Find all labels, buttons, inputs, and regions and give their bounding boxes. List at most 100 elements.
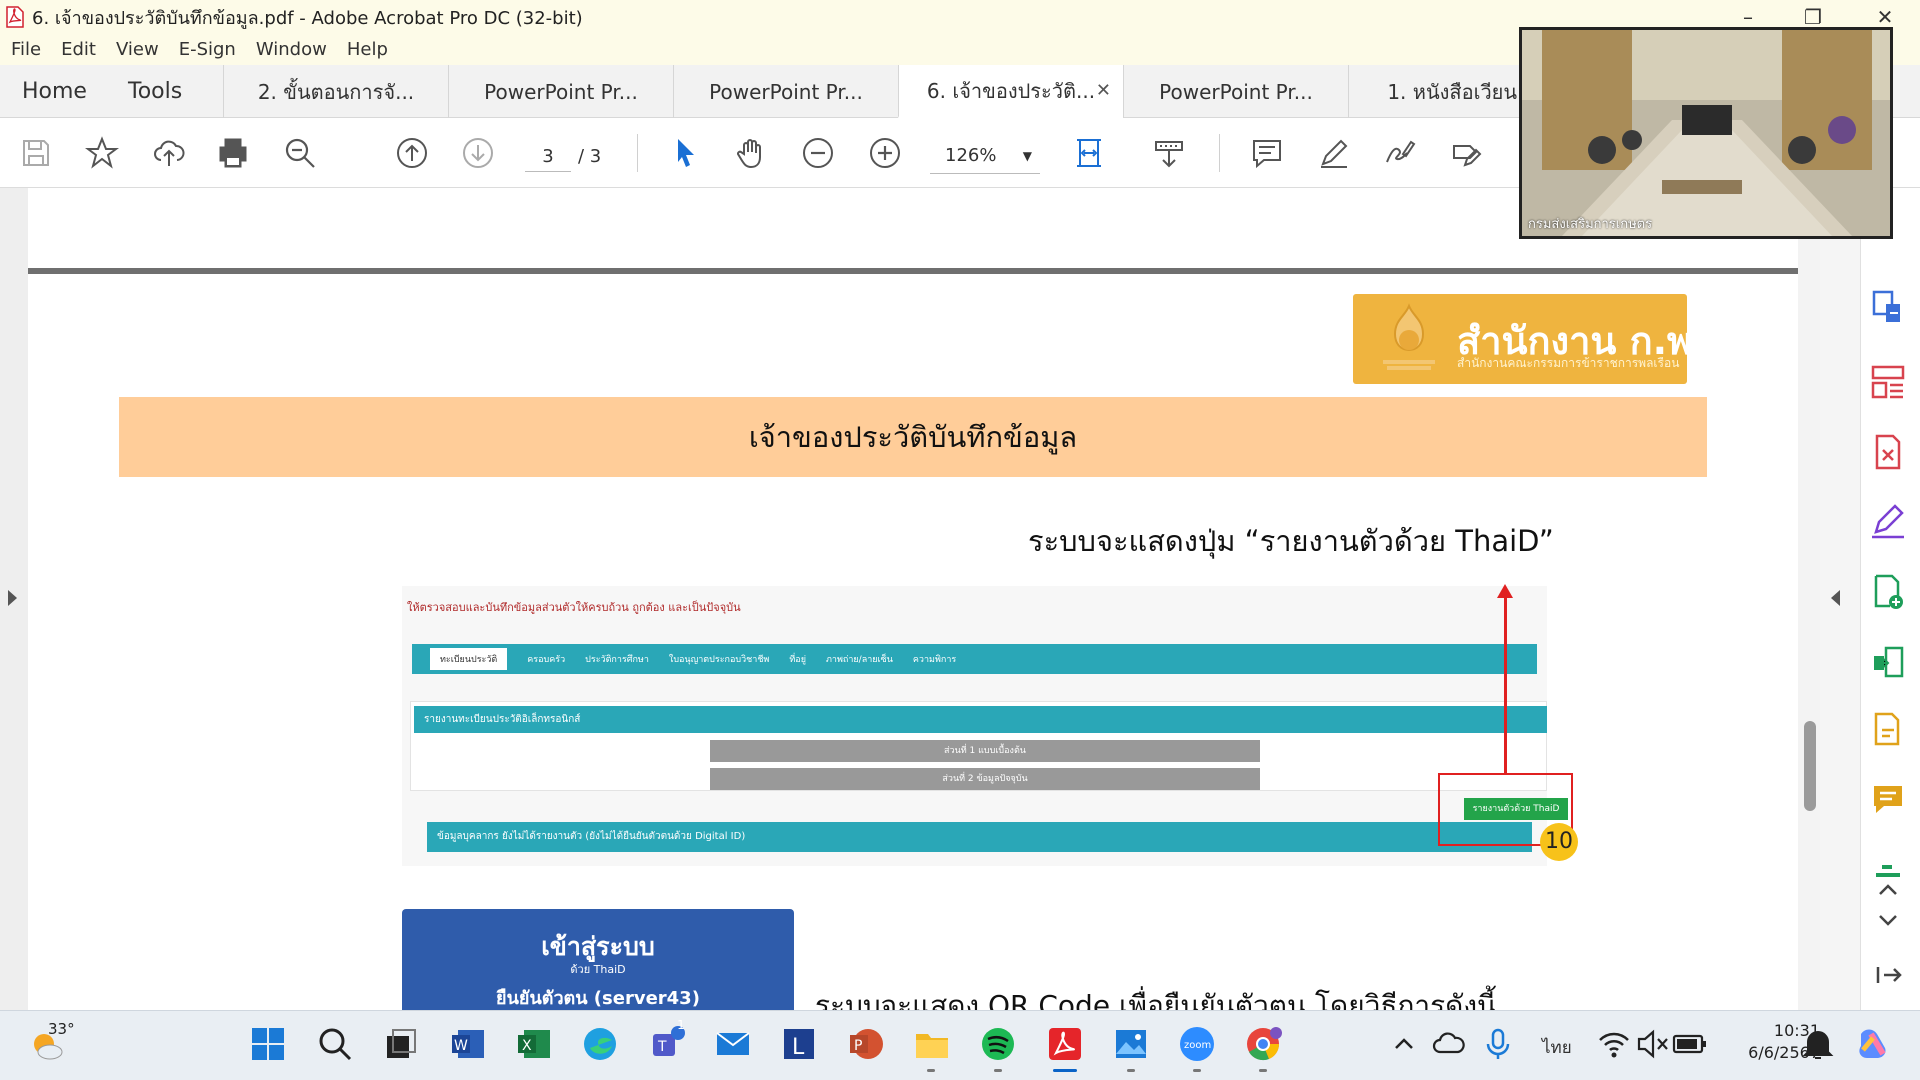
microphone-icon[interactable] <box>1476 1022 1520 1066</box>
spotify-icon[interactable] <box>976 1022 1020 1066</box>
meeting-room-image <box>1522 30 1890 236</box>
notification-bell-icon[interactable] <box>1796 1022 1840 1066</box>
scroll-mode-icon[interactable] <box>1150 134 1188 172</box>
zoom-app-icon[interactable]: zoom <box>1175 1022 1219 1066</box>
menu-esign[interactable]: E-Sign <box>179 39 236 60</box>
vertical-scrollbar[interactable] <box>1798 188 1820 1010</box>
task-view-icon[interactable] <box>379 1022 423 1066</box>
svg-text:P: P <box>854 1038 862 1054</box>
save-icon[interactable] <box>17 134 55 172</box>
next-page-icon[interactable] <box>459 134 497 172</box>
create-pdf-icon[interactable] <box>1868 572 1908 612</box>
export-pdf-icon[interactable] <box>1868 288 1908 328</box>
running-indicator <box>1259 1069 1267 1072</box>
menu-edit[interactable]: Edit <box>61 39 96 60</box>
step-badge: 10 <box>1540 823 1578 861</box>
shot-tab: ทะเบียนประวัติ <box>430 648 508 670</box>
organize-pages-icon[interactable] <box>1868 362 1908 402</box>
cloud-upload-icon[interactable] <box>150 134 188 172</box>
word-icon[interactable]: W <box>446 1022 490 1066</box>
sign-icon[interactable] <box>1381 134 1419 172</box>
zoom-value: 126% <box>945 145 997 166</box>
line-l-icon[interactable]: L <box>777 1022 821 1066</box>
shot-part2-button: ส่วนที่ 2 ข้อมูลปัจจุบัน <box>710 768 1260 790</box>
wifi-icon[interactable] <box>1592 1022 1636 1066</box>
photos-icon[interactable] <box>1109 1022 1153 1066</box>
collapse-tools-pane-icon[interactable] <box>1868 955 1908 995</box>
file-explorer-icon[interactable] <box>910 1022 954 1066</box>
search-icon[interactable] <box>313 1022 357 1066</box>
teams-notification-badge: 1 <box>677 1018 685 1032</box>
svg-text:L: L <box>792 1035 805 1060</box>
menu-help[interactable]: Help <box>347 39 388 60</box>
bookmark-star-icon[interactable] <box>83 134 121 172</box>
document-tab[interactable]: PowerPoint Pr... <box>448 65 673 118</box>
fill-and-sign-icon[interactable] <box>1868 502 1908 542</box>
document-tab-label: 2. ขั้นตอนการจั... <box>257 79 415 104</box>
tab-tools[interactable]: Tools <box>128 65 223 117</box>
document-tab[interactable]: 2. ขั้นตอนการจั... <box>223 65 448 118</box>
document-tab-active[interactable]: 6. เจ้าของประวัติ... ✕ <box>898 65 1123 118</box>
battery-icon[interactable] <box>1668 1022 1712 1066</box>
toolbar-divider <box>1219 134 1220 172</box>
collapse-right-panel-icon[interactable] <box>1831 590 1840 606</box>
qr-instruction-text: ระบบจะแสดง QR Code เพื่อยืนยันตัวตน โดยว… <box>815 989 1497 1010</box>
mail-icon[interactable] <box>711 1022 755 1066</box>
excel-icon[interactable]: X <box>512 1022 556 1066</box>
ocsc-logo: สำนักงาน ก.พ. สำนักงานคณะกรรมการข้าราชกา… <box>1353 294 1707 384</box>
compress-pdf-icon[interactable] <box>1868 432 1908 472</box>
close-tab-icon[interactable]: ✕ <box>1096 80 1111 101</box>
menu-view[interactable]: View <box>116 39 159 60</box>
scrollbar-thumb[interactable] <box>1804 721 1816 811</box>
running-indicator <box>927 1069 935 1072</box>
document-tab[interactable]: PowerPoint Pr... <box>673 65 898 118</box>
weather-temperature: 33° <box>48 1020 75 1038</box>
zoom-out-icon[interactable] <box>799 134 837 172</box>
fill-sign-icon[interactable] <box>1447 134 1485 172</box>
document-viewport[interactable]: สำนักงาน ก.พ. สำนักงานคณะกรรมการข้าราชกา… <box>28 188 1806 1010</box>
shot-tab: ความพิการ <box>912 655 957 665</box>
fit-page-icon[interactable] <box>1070 134 1108 172</box>
powerpoint-icon[interactable]: P <box>844 1022 888 1066</box>
svg-text:zoom: zoom <box>1184 1040 1211 1051</box>
embedded-screenshot: ให้ตรวจสอบและบันทึกข้อมูลส่วนตัวให้ครบถ้… <box>402 586 1568 866</box>
edge-icon[interactable] <box>578 1022 622 1066</box>
page-number-input[interactable]: 3 <box>525 142 571 172</box>
combine-files-icon[interactable] <box>1868 642 1908 682</box>
document-tab-label: PowerPoint Pr... <box>484 79 638 104</box>
chevron-down-icon[interactable] <box>1868 900 1908 940</box>
zoom-in-icon[interactable] <box>866 134 904 172</box>
highlight-pen-icon[interactable] <box>1315 134 1353 172</box>
comment-icon[interactable] <box>1248 134 1286 172</box>
menu-file[interactable]: File <box>11 39 41 60</box>
document-tab[interactable]: PowerPoint Pr... <box>1123 65 1348 118</box>
expand-left-panel-icon[interactable] <box>8 590 17 606</box>
zoom-level-select[interactable]: 126% ▼ <box>930 138 1040 174</box>
print-icon[interactable] <box>214 134 252 172</box>
toolbar-divider <box>637 134 638 172</box>
start-windows-icon[interactable] <box>246 1022 290 1066</box>
shot-bottom-bar: ข้อมูลบุคลากร ยังไม่ได้รายงานตัว (ยังไม่… <box>427 822 1532 852</box>
right-panel-divider <box>1820 188 1860 1010</box>
previous-page-icon[interactable] <box>393 134 431 172</box>
onedrive-cloud-icon[interactable] <box>1428 1022 1472 1066</box>
tab-home[interactable]: Home <box>22 65 128 117</box>
find-zoom-icon[interactable] <box>281 134 319 172</box>
copilot-icon[interactable] <box>1851 1022 1895 1066</box>
video-call-overlay[interactable]: กรมส่งเสริมการเกษตร <box>1519 27 1893 239</box>
comment-tool-icon[interactable] <box>1868 780 1908 820</box>
video-participant-label: กรมส่งเสริมการเกษตร <box>1528 217 1653 232</box>
input-language[interactable]: ไทย <box>1542 1034 1572 1061</box>
svg-text:X: X <box>522 1038 532 1054</box>
document-tab-label: PowerPoint Pr... <box>709 79 863 104</box>
select-pointer-icon[interactable] <box>666 134 704 172</box>
chevron-up-icon[interactable] <box>1382 1022 1426 1066</box>
acrobat-taskbar-icon[interactable] <box>1043 1022 1087 1066</box>
document-tab-label: 6. เจ้าของประวัติ... <box>926 78 1096 103</box>
edit-pdf-icon[interactable] <box>1868 710 1908 750</box>
menu-window[interactable]: Window <box>256 39 327 60</box>
chrome-icon[interactable] <box>1241 1022 1285 1066</box>
hand-tool-icon[interactable] <box>733 134 771 172</box>
running-indicator <box>994 1069 1002 1072</box>
shot-warning-text: ให้ตรวจสอบและบันทึกข้อมูลส่วนตัวให้ครบถ้… <box>407 601 741 614</box>
